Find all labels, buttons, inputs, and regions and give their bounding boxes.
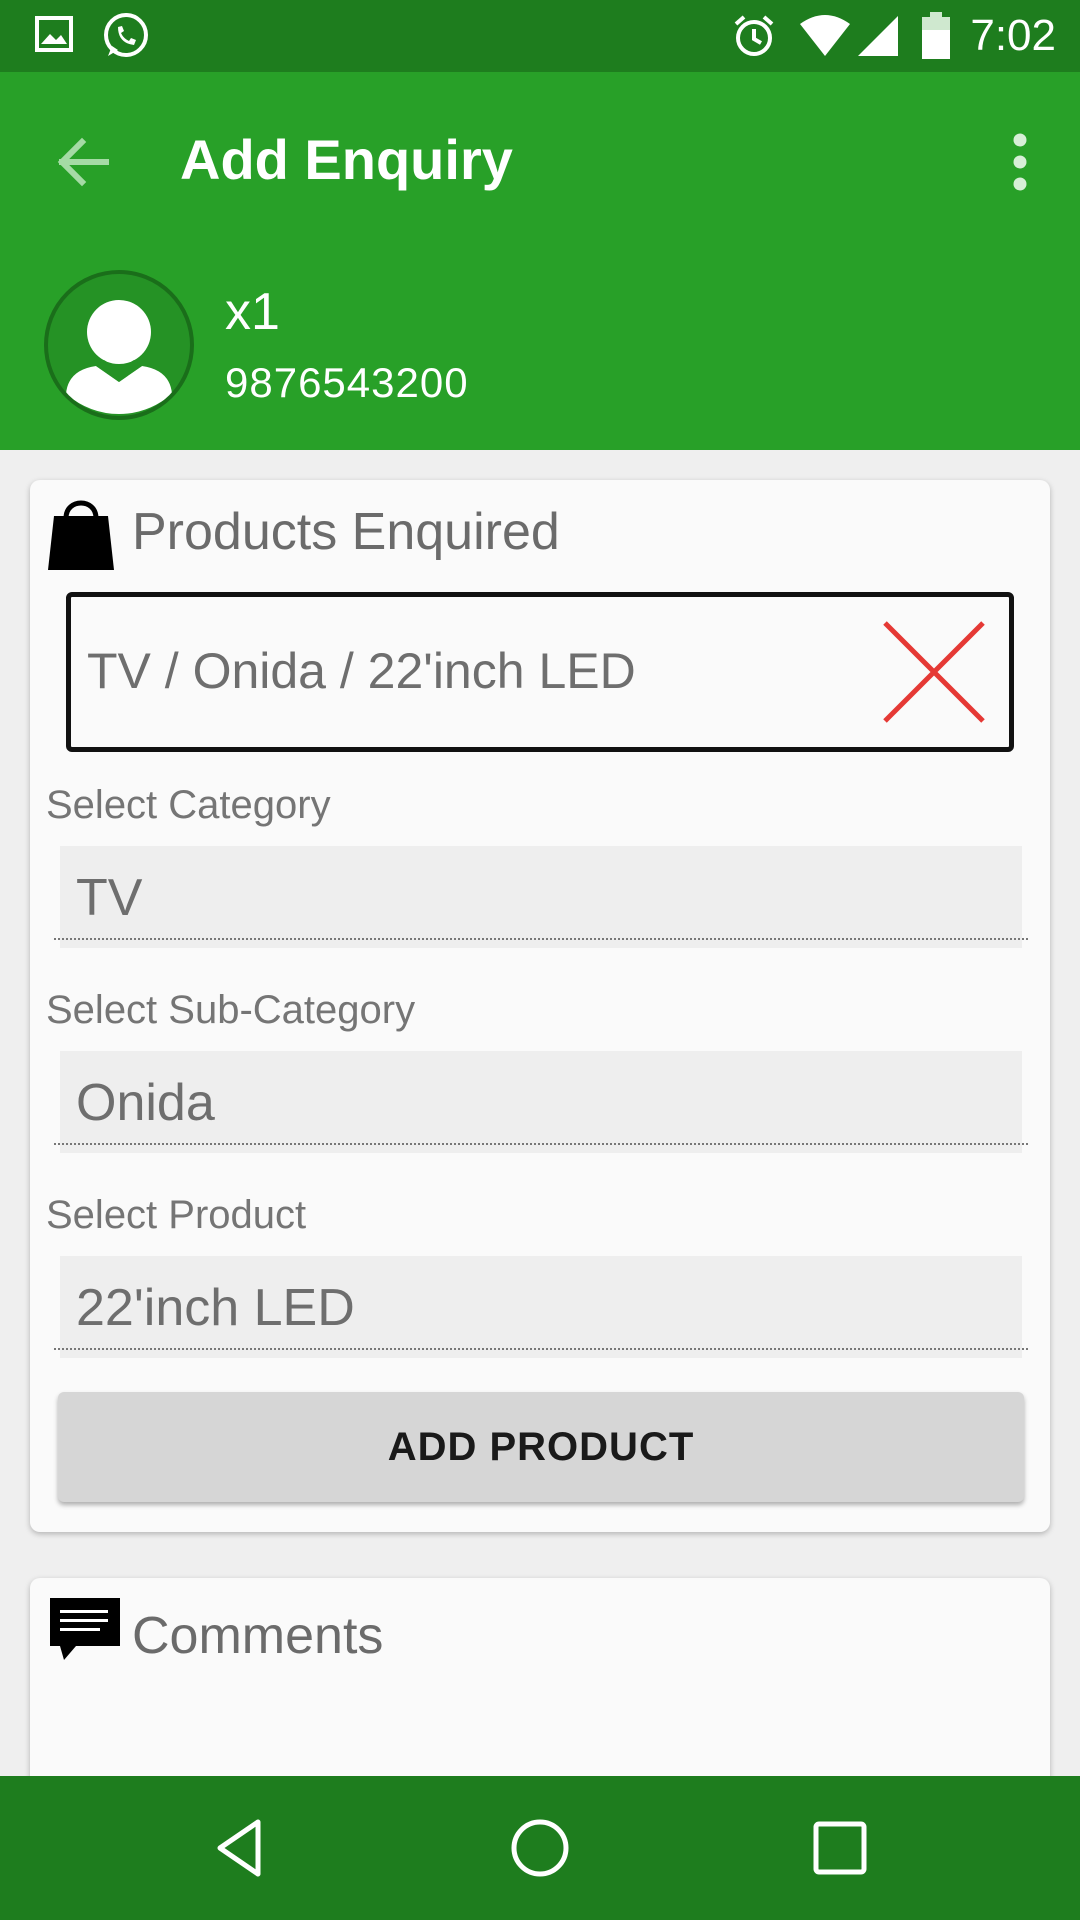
battery-icon [922, 12, 950, 59]
comments-heading: Comments [132, 1607, 384, 1665]
nav-recents-icon[interactable] [804, 1812, 876, 1884]
app-bar: Add Enquiry x1 9876543200 [0, 72, 1080, 450]
comment-icon [50, 1598, 120, 1660]
subcategory-label: Select Sub-Category [46, 988, 416, 1032]
close-icon[interactable] [881, 619, 987, 725]
person-icon [66, 300, 172, 414]
divider [54, 1143, 1028, 1145]
contact-phone: 9876543200 [225, 359, 469, 406]
nav-back-icon[interactable] [206, 1812, 278, 1884]
product-select[interactable]: 22'inch LED [60, 1256, 1022, 1358]
signal-icon [858, 16, 898, 56]
category-select[interactable]: TV [60, 846, 1022, 948]
add-product-button[interactable]: ADD PRODUCT [58, 1392, 1024, 1502]
whatsapp-icon [104, 13, 148, 57]
navigation-bar [0, 1776, 1080, 1920]
alarm-icon [734, 15, 774, 56]
divider [54, 1348, 1028, 1350]
selected-product-text: TV / Onida / 22'inch LED [87, 643, 636, 699]
product-value: 22'inch LED [76, 1279, 355, 1337]
shopping-bag-icon [48, 500, 114, 570]
status-time: 7:02 [970, 11, 1056, 60]
divider [54, 938, 1028, 940]
products-enquired-card: Products Enquired TV / Onida / 22'inch L… [30, 480, 1050, 1532]
subcategory-select[interactable]: Onida [60, 1051, 1022, 1153]
status-bar: 7:02 [0, 0, 1080, 72]
products-enquired-heading: Products Enquired [132, 503, 560, 561]
wifi-icon [800, 15, 850, 56]
arrow-back-icon[interactable] [48, 126, 120, 198]
subcategory-value: Onida [76, 1074, 215, 1132]
category-label: Select Category [46, 783, 331, 827]
nav-home-icon[interactable] [504, 1812, 576, 1884]
selected-product-chip: TV / Onida / 22'inch LED [66, 592, 1014, 752]
product-label: Select Product [46, 1193, 307, 1237]
more-vert-icon[interactable] [984, 126, 1056, 198]
avatar [44, 270, 194, 420]
contact-name: x1 [225, 283, 280, 341]
category-value: TV [76, 869, 143, 927]
image-icon [35, 16, 73, 52]
page-title: Add Enquiry [180, 128, 513, 191]
